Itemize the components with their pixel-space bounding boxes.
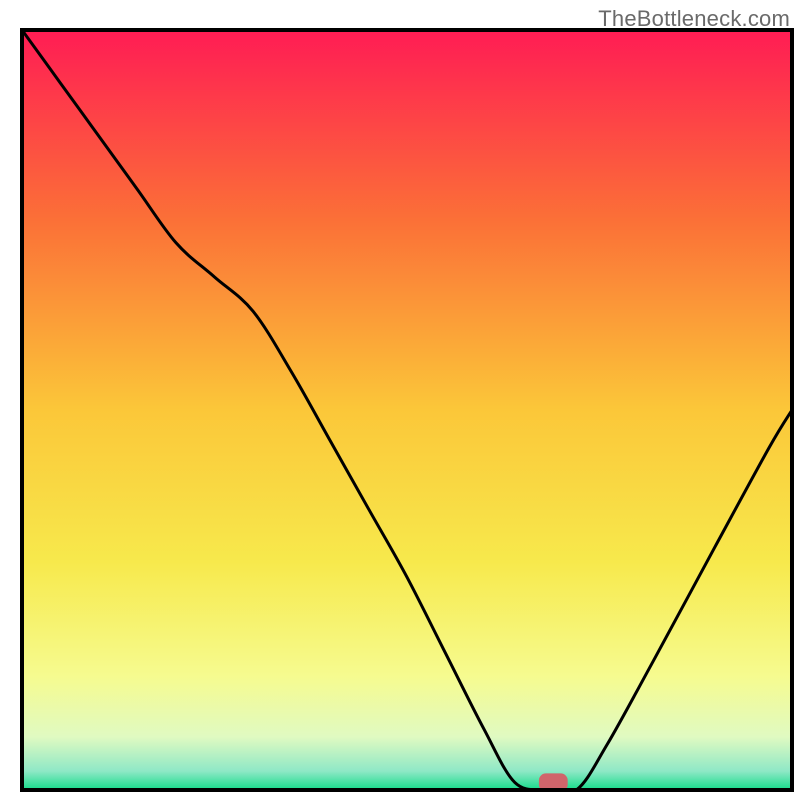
bottleneck-chart: TheBottleneck.com: [0, 0, 800, 800]
chart-background-gradient: [22, 30, 792, 790]
watermark-text: TheBottleneck.com: [598, 6, 790, 32]
chart-svg: [0, 0, 800, 800]
